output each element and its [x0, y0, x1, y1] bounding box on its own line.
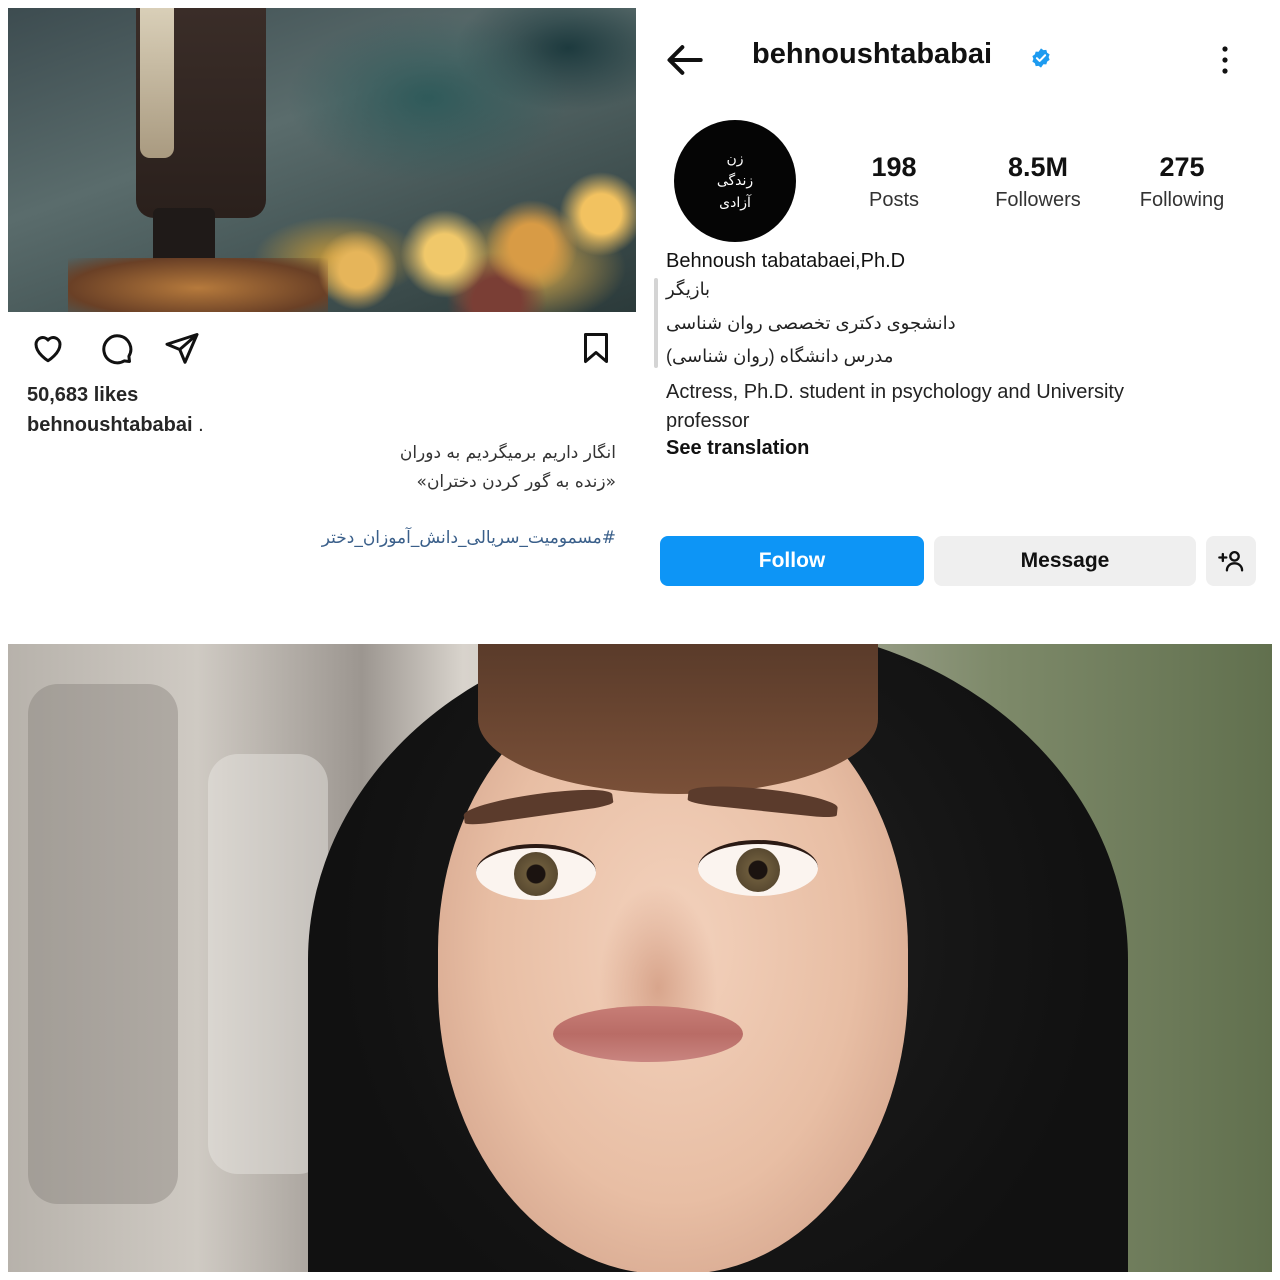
post-caption-author: behnoushtababai . — [27, 414, 204, 437]
display-name: Behnoush tabatabaei,Ph.D — [666, 250, 906, 272]
avatar-text-line-2: زندگی — [716, 173, 754, 189]
figure-scarf — [140, 8, 174, 158]
followers-label: Followers — [995, 189, 1081, 211]
bio-english: Actress, Ph.D. student in psychology and… — [666, 381, 1124, 432]
posts-label: Posts — [868, 189, 920, 211]
caption-line-2: «زنده به گور کردن دختران» — [416, 472, 616, 492]
caption-line-1: انگار داریم برمیگردیم به دوران — [399, 443, 616, 463]
bio-line-fa-1: بازیگر — [666, 279, 711, 299]
avatar-text-line-3: آزادی — [719, 195, 751, 211]
autumn-leaves — [288, 158, 636, 312]
profile-username: behnoushtababai — [752, 38, 993, 70]
following-stat[interactable]: 275 Following — [1112, 152, 1252, 212]
profile-avatar[interactable]: زن زندگی آزادی — [674, 120, 796, 242]
back-arrow-icon[interactable] — [664, 38, 708, 82]
see-translation-link[interactable]: See translation — [666, 437, 809, 460]
hashtag-link[interactable]: #مسمومیت_سریالی_دانش_آموزان_دختر — [322, 528, 616, 548]
following-label: Following — [1139, 189, 1225, 211]
add-person-icon[interactable] — [1206, 536, 1256, 586]
caption-suffix: . — [192, 414, 204, 436]
message-button[interactable]: Message — [934, 536, 1196, 586]
post-image[interactable] — [8, 8, 636, 312]
avatar-text-line-1: زن — [726, 151, 744, 167]
lips — [553, 1006, 743, 1062]
portrait-photo — [8, 644, 1272, 1272]
left-eye — [476, 844, 596, 900]
bookmark-icon[interactable] — [576, 328, 616, 368]
following-count: 275 — [1159, 152, 1205, 182]
like-count[interactable]: 50,683 likes — [27, 384, 138, 407]
nose — [598, 884, 718, 1014]
background-blur-left — [28, 684, 178, 1204]
bio-divider — [654, 278, 658, 368]
posts-count: 198 — [871, 152, 917, 182]
followers-stat[interactable]: 8.5M Followers — [968, 152, 1108, 212]
bio-line-fa-3: مدرس دانشگاه (روان شناسی) — [666, 346, 894, 366]
heart-icon[interactable] — [28, 328, 68, 368]
posts-stat[interactable]: 198 Posts — [824, 152, 964, 212]
share-icon[interactable] — [162, 328, 202, 368]
more-options-icon[interactable] — [1210, 40, 1240, 80]
post-username[interactable]: behnoushtababai — [27, 414, 193, 436]
bio-line-fa-2: دانشجوی دکتری تخصصی روان شناسی — [666, 313, 956, 333]
comment-icon[interactable] — [96, 328, 136, 368]
hair — [478, 644, 878, 794]
verified-badge-icon — [1030, 47, 1052, 69]
followers-count: 8.5M — [1007, 152, 1069, 182]
follow-button[interactable]: Follow — [660, 536, 924, 586]
